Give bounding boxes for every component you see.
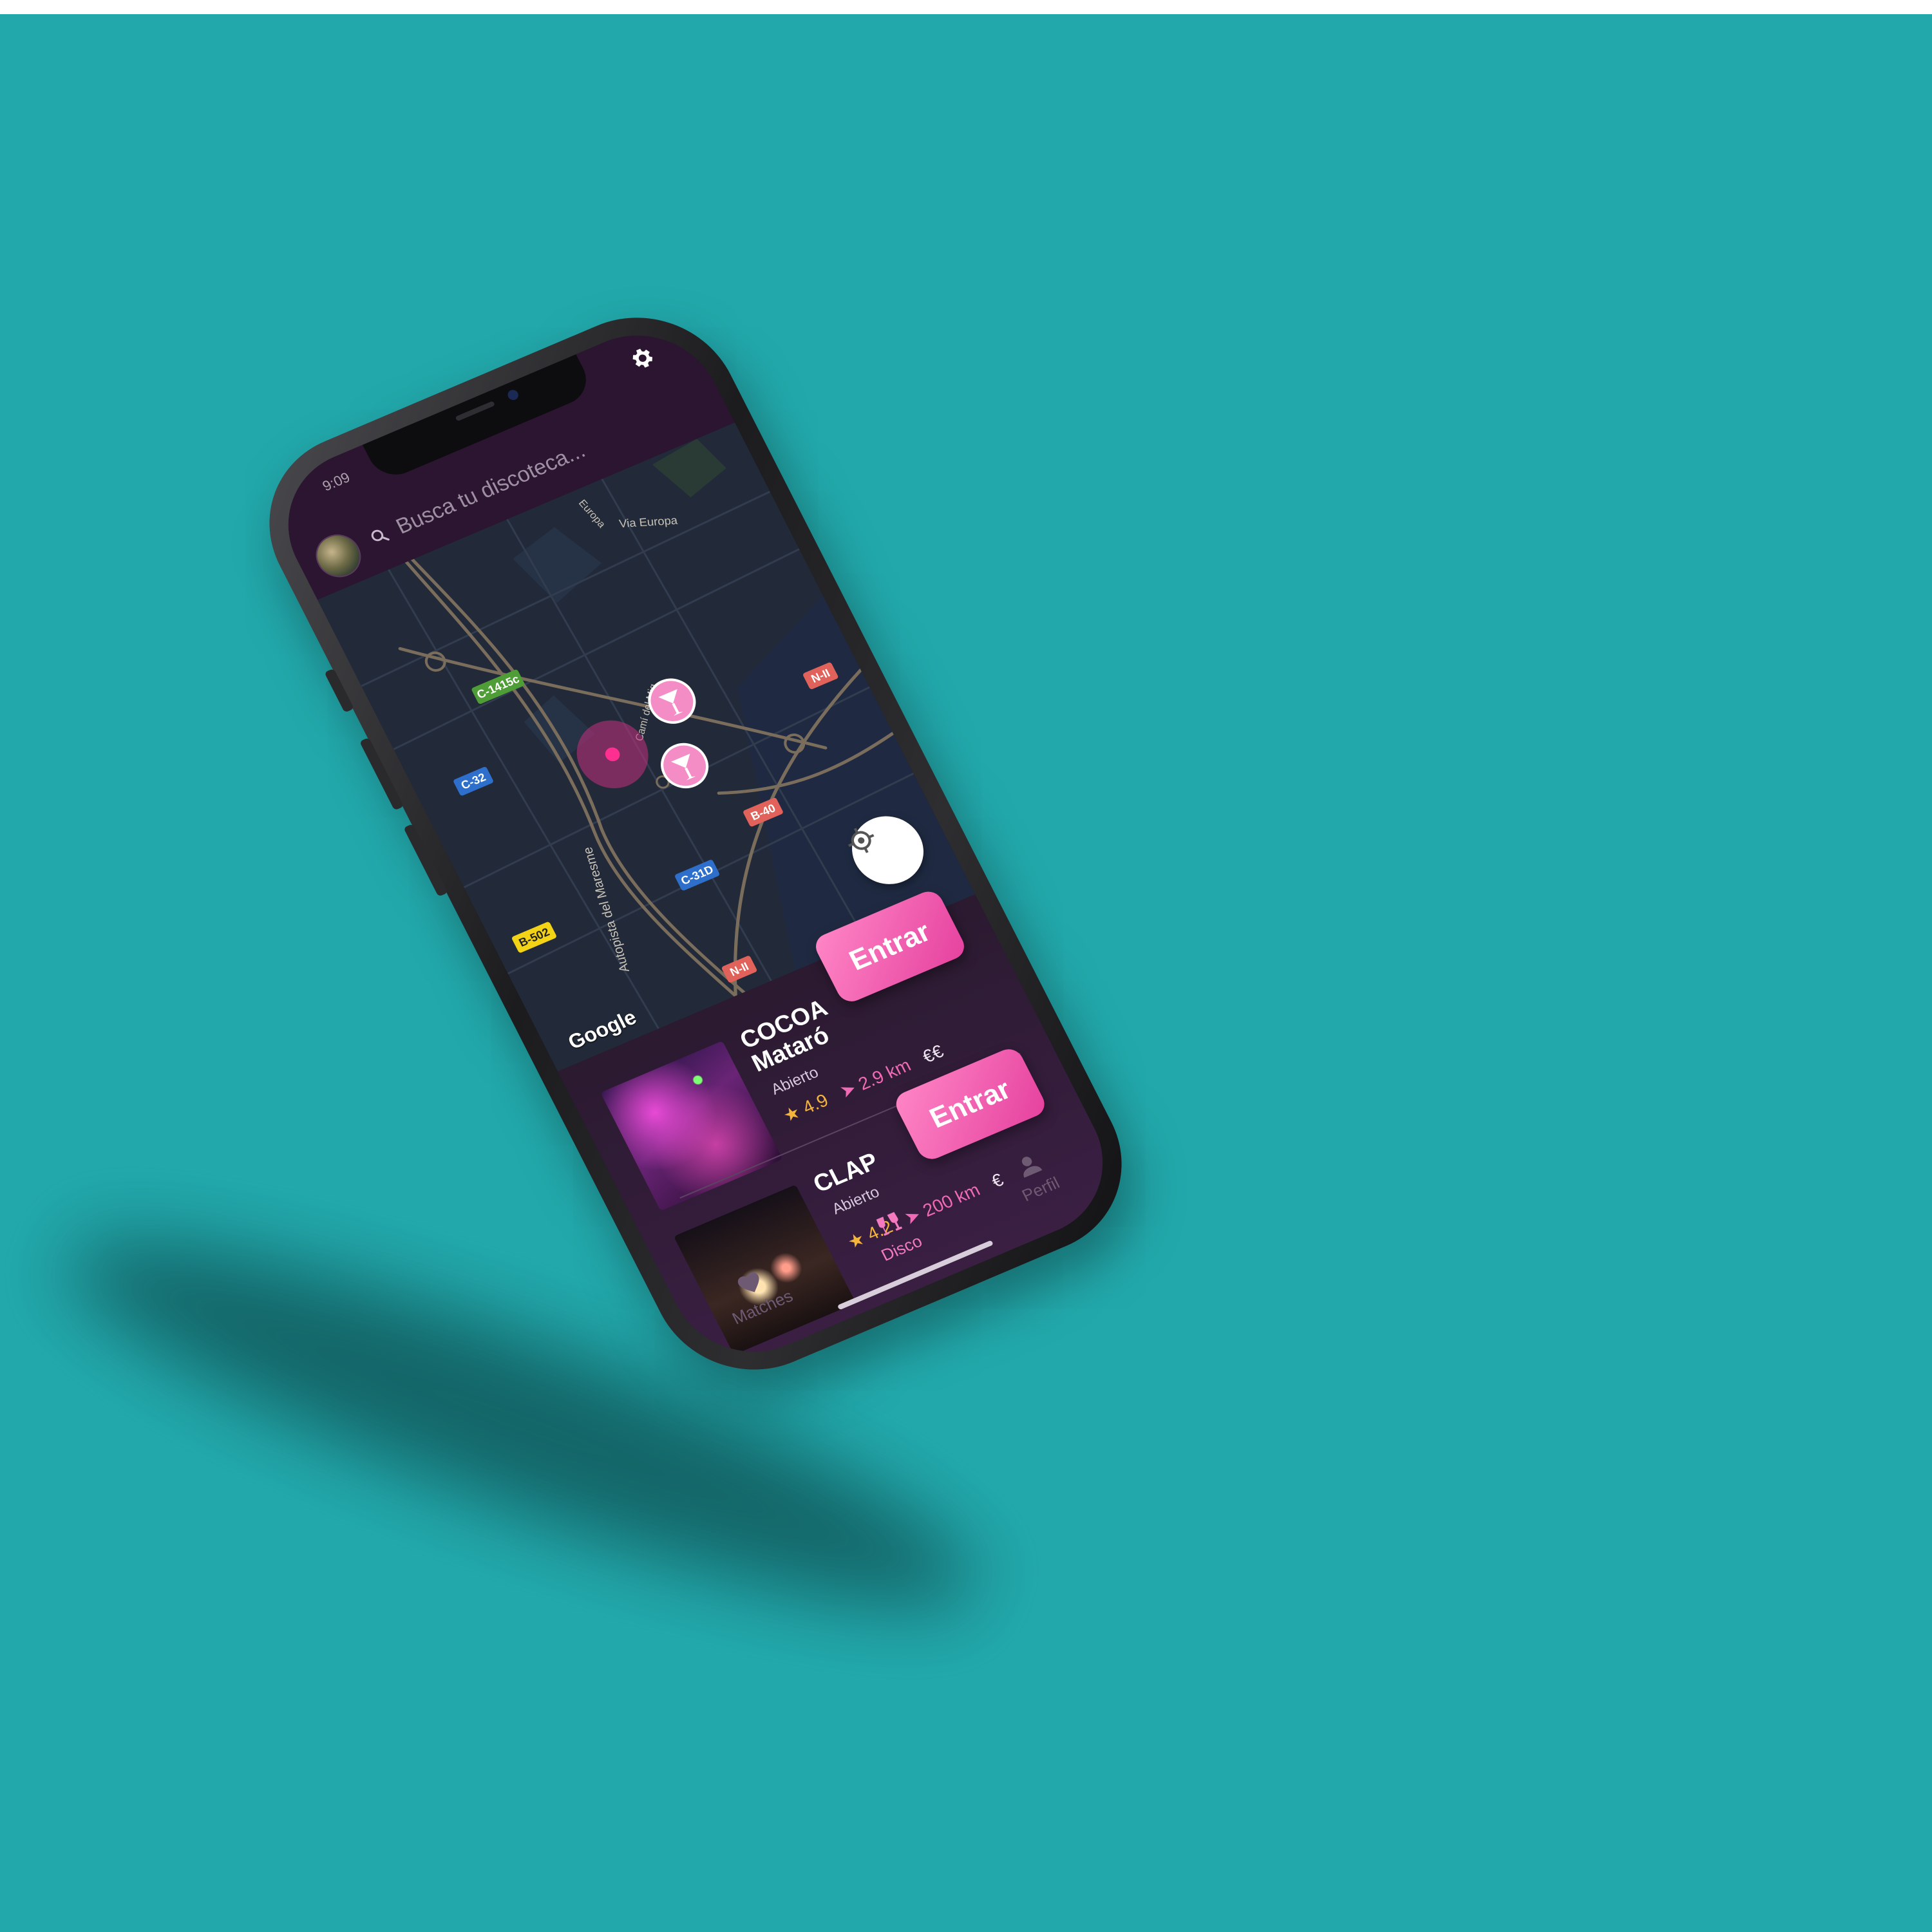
search-icon xyxy=(371,529,390,542)
top-strip xyxy=(0,0,1932,14)
heart-icon xyxy=(738,1272,759,1293)
star-icon: ★ xyxy=(779,1101,804,1126)
user-icon xyxy=(1021,1157,1042,1178)
venue-price: €€ xyxy=(918,1041,947,1066)
avatar[interactable] xyxy=(308,527,369,584)
status-time: 9:09 xyxy=(319,469,353,495)
cheers-icon xyxy=(876,1212,903,1236)
gear-icon[interactable] xyxy=(624,342,659,375)
screen: 9:09 Busca tu discoteca... C-1415c C-32 … xyxy=(260,310,1131,1377)
phone-frame: 9:09 Busca tu discoteca... C-1415c C-32 … xyxy=(236,287,1155,1400)
front-camera xyxy=(506,388,520,402)
speaker xyxy=(455,401,496,422)
venue-rating: ★ 4.9 xyxy=(779,1090,832,1126)
phone-mockup: 9:09 Busca tu discoteca... C-1415c C-32 … xyxy=(236,287,1155,1400)
navigation-arrow-icon: ➤ xyxy=(837,1077,860,1102)
silent-switch xyxy=(324,668,355,713)
